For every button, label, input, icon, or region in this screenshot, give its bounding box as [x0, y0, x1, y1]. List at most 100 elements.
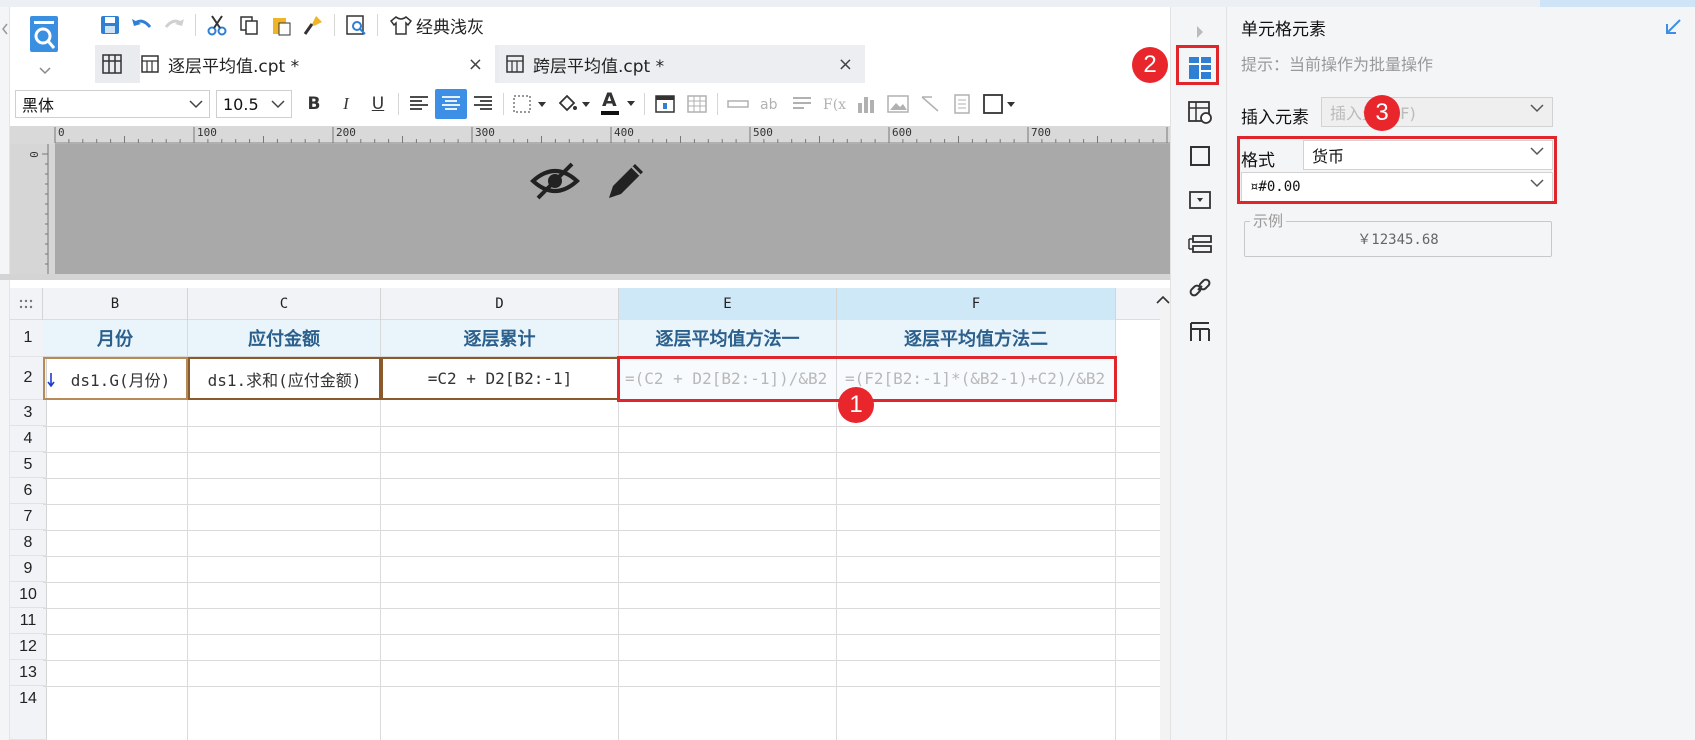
theme-button[interactable]: 经典浅灰	[384, 11, 490, 39]
border-icon[interactable]	[508, 89, 552, 119]
cut-icon[interactable]	[202, 10, 232, 40]
select-all-corner[interactable]	[10, 288, 43, 320]
theme-label: 经典浅灰	[416, 17, 484, 38]
underline-button[interactable]: U	[362, 89, 394, 119]
row-header[interactable]: 2	[10, 357, 47, 400]
row-header[interactable]: 8	[10, 530, 47, 556]
close-icon[interactable]: ×	[838, 54, 853, 75]
table-icon[interactable]	[681, 89, 713, 119]
canvas-divider	[0, 274, 1170, 280]
border-style-icon[interactable]	[978, 89, 1022, 119]
grid-view-icon[interactable]	[101, 53, 123, 79]
font-family-select[interactable]: 黑体	[15, 90, 210, 118]
list-icon[interactable]	[786, 89, 818, 119]
app-logo-icon[interactable]	[22, 12, 70, 80]
text-field-icon[interactable]	[722, 89, 754, 119]
save-icon[interactable]	[95, 10, 125, 40]
insert-chart-cell-icon[interactable]	[649, 89, 681, 119]
row-header[interactable]: 12	[10, 634, 47, 660]
hidden-eye-icon[interactable]	[530, 158, 580, 204]
bar-chart-icon[interactable]	[850, 89, 882, 119]
format-painter-icon[interactable]	[298, 10, 328, 40]
column-header[interactable]: D	[381, 288, 619, 320]
pencil-edit-icon[interactable]	[603, 158, 649, 204]
image-icon[interactable]	[882, 89, 914, 119]
property-sidebar	[1170, 7, 1227, 740]
tab-label: 逐层平均值.cpt *	[168, 56, 300, 77]
cell-E1[interactable]: 逐层平均值方法一	[619, 320, 837, 357]
cell-F1[interactable]: 逐层平均值方法二	[837, 320, 1116, 357]
align-left-icon[interactable]	[403, 89, 435, 119]
row-header[interactable]: 3	[10, 400, 47, 426]
font-size-select[interactable]: 10.5	[216, 90, 292, 118]
step-badge: 2	[1132, 47, 1168, 83]
hyperlink-icon[interactable]	[1184, 272, 1216, 304]
other-properties-icon[interactable]	[1184, 316, 1216, 348]
cell-D1[interactable]: 逐层累计	[381, 320, 619, 357]
cell-C2[interactable]: ds1.求和(应付金额)	[188, 357, 381, 400]
row-header[interactable]: 6	[10, 478, 47, 504]
cell-D2[interactable]: =C2 + D2[B2:-1]	[381, 357, 619, 400]
paste-icon[interactable]	[266, 10, 296, 40]
horizontal-ruler: 0 100 200 300 400 500 600 700	[10, 126, 1170, 144]
toolbar-separator	[398, 93, 399, 115]
ruler-label: 0	[58, 126, 65, 139]
cell-text: ds1.G(月份)	[70, 370, 171, 390]
step-badge: 3	[1364, 95, 1400, 131]
cell-C1[interactable]: 应付金额	[188, 320, 381, 357]
cell-B1[interactable]: 月份	[43, 320, 188, 357]
cell-B2[interactable]: ds1.G(月份)	[43, 357, 188, 400]
row-header[interactable]: 14	[10, 686, 47, 740]
column-header-selected[interactable]: F	[837, 288, 1116, 320]
row-header[interactable]: 10	[10, 582, 47, 608]
row-header[interactable]: 5	[10, 452, 47, 478]
column-header[interactable]: C	[188, 288, 381, 320]
ruler-label: 200	[336, 126, 356, 139]
copy-icon[interactable]	[234, 10, 264, 40]
ruler-label: 700	[1031, 126, 1051, 139]
column-header[interactable]: B	[43, 288, 188, 320]
tab-zhuceng[interactable]: 逐层平均值.cpt * ×	[140, 45, 495, 83]
example-value: ￥12345.68	[1357, 232, 1439, 248]
text-ab-icon[interactable]: ab	[754, 89, 786, 119]
close-icon[interactable]: ×	[468, 54, 483, 75]
row-header[interactable]: 7	[10, 504, 47, 530]
row-header[interactable]: 9	[10, 556, 47, 582]
formula-icon[interactable]: F(x)	[818, 89, 850, 119]
chevron-down-icon	[1530, 104, 1544, 113]
row-header[interactable]: 11	[10, 608, 47, 634]
undo-icon[interactable]	[127, 10, 157, 40]
column-header-bar: B C D E F	[10, 288, 1160, 320]
widget-icon[interactable]	[1184, 184, 1216, 216]
tab-kuaceng[interactable]: 跨层平均值.cpt * ×	[499, 45, 865, 83]
redo-icon[interactable]	[159, 10, 189, 40]
row-header[interactable]: 1	[10, 320, 47, 357]
expand-right-icon[interactable]	[1195, 25, 1205, 39]
column-header-selected[interactable]: E	[619, 288, 837, 320]
cell-border-icon[interactable]	[1184, 140, 1216, 172]
collapse-left-icon[interactable]	[1, 23, 9, 35]
font-color-button[interactable]: A	[596, 89, 640, 119]
row-header[interactable]: 13	[10, 660, 47, 686]
panel-title: 单元格元素	[1241, 20, 1326, 40]
ruler-ticks: 0 100 200 300 400 500 600 700	[54, 126, 1170, 144]
top-strip	[0, 0, 1695, 7]
align-center-icon[interactable]	[435, 89, 467, 119]
bold-button[interactable]: B	[298, 89, 330, 119]
minimize-arrow-icon[interactable]	[1663, 17, 1683, 37]
toolbar-separator	[334, 14, 335, 36]
svg-text:ab: ab	[760, 97, 778, 112]
insert-element-select[interactable]: 插入元素(F)	[1321, 97, 1553, 127]
vertical-scrollbar[interactable]	[1156, 288, 1170, 740]
italic-button[interactable]: I	[330, 89, 362, 119]
slash-icon[interactable]	[914, 89, 946, 119]
ruler-label: 300	[475, 126, 495, 139]
row-header[interactable]: 4	[10, 426, 47, 452]
subreport-icon[interactable]	[946, 89, 978, 119]
condition-icon[interactable]	[1184, 228, 1216, 260]
fill-color-icon[interactable]	[552, 89, 596, 119]
preview-icon[interactable]	[341, 10, 371, 40]
cell-element-panel: 单元格元素 提示：当前操作为批量操作 插入元素 插入元素(F) 格式 货币 ¤#…	[1227, 7, 1695, 740]
cell-attribute-icon[interactable]	[1184, 96, 1216, 128]
align-right-icon[interactable]	[467, 89, 499, 119]
